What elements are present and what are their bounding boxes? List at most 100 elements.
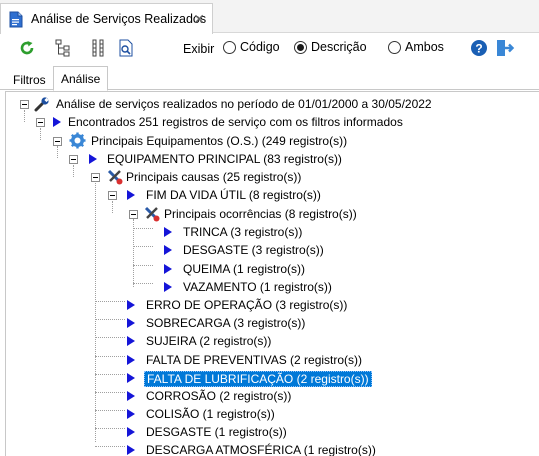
- tree-node-equipments[interactable]: Principais Equipamentos (O.S.) (249 regi…: [6, 132, 539, 150]
- help-button[interactable]: ?: [468, 37, 490, 59]
- tools-icon: [107, 169, 123, 185]
- radio-descricao[interactable]: Descrição: [294, 40, 367, 54]
- arrow-icon: [127, 190, 135, 200]
- arrow-icon: [127, 355, 135, 365]
- help-icon: ?: [471, 40, 487, 56]
- tree-node-cause[interactable]: SUJEIRA (2 registro(s)): [6, 332, 539, 350]
- tools-icon: [144, 206, 160, 222]
- document-tab-strip: Análise de Serviços Realizados ✕: [0, 0, 539, 34]
- arrow-icon: [127, 427, 135, 437]
- tree-structure-icon: [55, 39, 70, 57]
- radio-descricao-label: Descrição: [311, 40, 367, 54]
- display-mode-label: Exibir: [183, 42, 215, 56]
- gear-icon: [69, 132, 86, 149]
- tree-node-label: COLISÃO (1 registro(s)): [146, 407, 275, 421]
- tab-filtros[interactable]: Filtros: [6, 68, 53, 91]
- collapse-toggle[interactable]: [36, 118, 45, 127]
- tree-node-cause-selected[interactable]: FALTA DE LUBRIFICAÇÃO (2 registro(s)): [6, 369, 539, 387]
- tree-node-label: SUJEIRA (2 registro(s)): [146, 334, 272, 348]
- tree-node-label: Principais causas (25 registro(s)): [126, 170, 302, 184]
- arrow-icon: [164, 227, 172, 237]
- tree-node-label: QUEIMA (1 registro(s)): [183, 262, 306, 276]
- radio-codigo-label: Código: [240, 40, 280, 54]
- toolbar: Exibir Código Descrição Ambos ?: [0, 34, 539, 64]
- tree-node-found[interactable]: Encontrados 251 registros de serviço com…: [6, 113, 539, 131]
- arrow-icon: [127, 336, 135, 346]
- tree-node-label: TRINCA (3 registro(s)): [183, 225, 303, 239]
- column-layout-icon: [92, 39, 104, 57]
- radio-ambos[interactable]: Ambos: [388, 40, 444, 54]
- tree-node-cause[interactable]: SOBRECARGA (3 registro(s)): [6, 314, 539, 332]
- radio-codigo-circle[interactable]: [223, 40, 236, 54]
- refresh-button[interactable]: [16, 37, 38, 59]
- arrow-icon: [164, 245, 172, 255]
- arrow-icon: [164, 282, 172, 292]
- wrench-icon: [34, 97, 49, 112]
- report-icon: [119, 39, 133, 57]
- arrow-icon: [164, 264, 172, 274]
- document-tab[interactable]: Análise de Serviços Realizados ✕: [0, 3, 213, 34]
- arrow-icon: [127, 409, 135, 419]
- tree-node-occurrence[interactable]: VAZAMENTO (1 registro(s)): [6, 278, 539, 296]
- view-tabs: Filtros Análise: [0, 64, 539, 91]
- arrow-icon: [89, 154, 97, 164]
- tree-node-label: Principais ocorrências (8 registro(s)): [164, 207, 357, 221]
- tree-node-cause[interactable]: FALTA DE PREVENTIVAS (2 registro(s)): [6, 351, 539, 369]
- tree-node-label: VAZAMENTO (1 registro(s)): [183, 280, 332, 294]
- svg-text:?: ?: [475, 42, 482, 56]
- tree-node-label: EQUIPAMENTO PRINCIPAL (83 registro(s)): [107, 152, 342, 166]
- tree-node-main-equipment[interactable]: EQUIPAMENTO PRINCIPAL (83 registro(s)): [6, 150, 539, 168]
- tree-node-end-of-life[interactable]: FIM DA VIDA ÚTIL (8 registro(s)): [6, 186, 539, 204]
- exit-icon: [497, 40, 515, 56]
- close-icon[interactable]: ✕: [193, 11, 205, 28]
- tree-node-label: Análise de serviços realizados no períod…: [56, 97, 432, 111]
- tree-node-cause[interactable]: COLISÃO (1 registro(s)): [6, 405, 539, 423]
- tree-node-occurrence[interactable]: TRINCA (3 registro(s)): [6, 223, 539, 241]
- tree-node-cause[interactable]: CORROSÃO (2 registro(s)): [6, 387, 539, 405]
- radio-descricao-circle[interactable]: [294, 40, 307, 54]
- radio-codigo[interactable]: Código: [223, 40, 280, 54]
- tree-node-label: DESGASTE (3 registro(s)): [183, 243, 324, 257]
- tree-node-label: CORROSÃO (2 registro(s)): [146, 389, 292, 403]
- tree-node-label: DESGASTE (1 registro(s)): [146, 425, 287, 439]
- tree-node-cause[interactable]: DESGASTE (1 registro(s)): [6, 423, 539, 441]
- tree-node-label: FALTA DE PREVENTIVAS (2 registro(s)): [146, 353, 363, 367]
- tree-node-causes[interactable]: Principais causas (25 registro(s)): [6, 168, 539, 186]
- arrow-icon: [127, 318, 135, 328]
- collapse-toggle[interactable]: [53, 137, 62, 146]
- tree-node-label: ERRO DE OPERAÇÃO (3 registro(s)): [146, 298, 348, 312]
- collapse-toggle[interactable]: [20, 100, 29, 109]
- tree-node-label: DESCARGA ATMOSFÉRICA (1 registro(s)): [146, 443, 376, 456]
- tree-structure-button[interactable]: [52, 37, 74, 59]
- tree-node-label: FIM DA VIDA ÚTIL (8 registro(s)): [146, 188, 321, 202]
- exit-button[interactable]: [494, 37, 516, 59]
- collapse-toggle[interactable]: [69, 155, 78, 164]
- tree-node-occurrences[interactable]: Principais ocorrências (8 registro(s)): [6, 205, 539, 223]
- radio-ambos-circle[interactable]: [388, 40, 401, 54]
- arrow-icon: [127, 373, 135, 383]
- report-button[interactable]: [115, 37, 137, 59]
- tab-analise[interactable]: Análise: [53, 66, 109, 91]
- tree-node-label: Principais Equipamentos (O.S.) (249 regi…: [91, 134, 348, 148]
- tree-node-label: SOBRECARGA (3 registro(s)): [146, 316, 306, 330]
- tree-node-occurrence[interactable]: DESGASTE (3 registro(s)): [6, 241, 539, 259]
- collapse-toggle[interactable]: [129, 210, 138, 219]
- analysis-tree: Análise de serviços realizados no períod…: [5, 91, 539, 456]
- tree-node-cause[interactable]: ERRO DE OPERAÇÃO (3 registro(s)): [6, 296, 539, 314]
- document-icon: [9, 11, 23, 27]
- radio-ambos-label: Ambos: [405, 40, 444, 54]
- document-tab-title: Análise de Serviços Realizados: [31, 12, 207, 26]
- column-layout-button[interactable]: [88, 37, 110, 59]
- collapse-toggle[interactable]: [91, 173, 100, 182]
- tree-node-root[interactable]: Análise de serviços realizados no períod…: [6, 95, 539, 113]
- arrow-icon: [53, 117, 61, 127]
- arrow-icon: [127, 391, 135, 401]
- tree-node-label: FALTA DE LUBRIFICAÇÃO (2 registro(s)): [144, 371, 372, 387]
- tree-node-cause[interactable]: DESCARGA ATMOSFÉRICA (1 registro(s)): [6, 441, 539, 456]
- refresh-icon: [20, 41, 34, 55]
- arrow-icon: [127, 300, 135, 310]
- tree-node-occurrence[interactable]: QUEIMA (1 registro(s)): [6, 260, 539, 278]
- collapse-toggle[interactable]: [108, 191, 117, 200]
- tree-node-label: Encontrados 251 registros de serviço com…: [68, 115, 403, 129]
- arrow-icon: [127, 445, 135, 455]
